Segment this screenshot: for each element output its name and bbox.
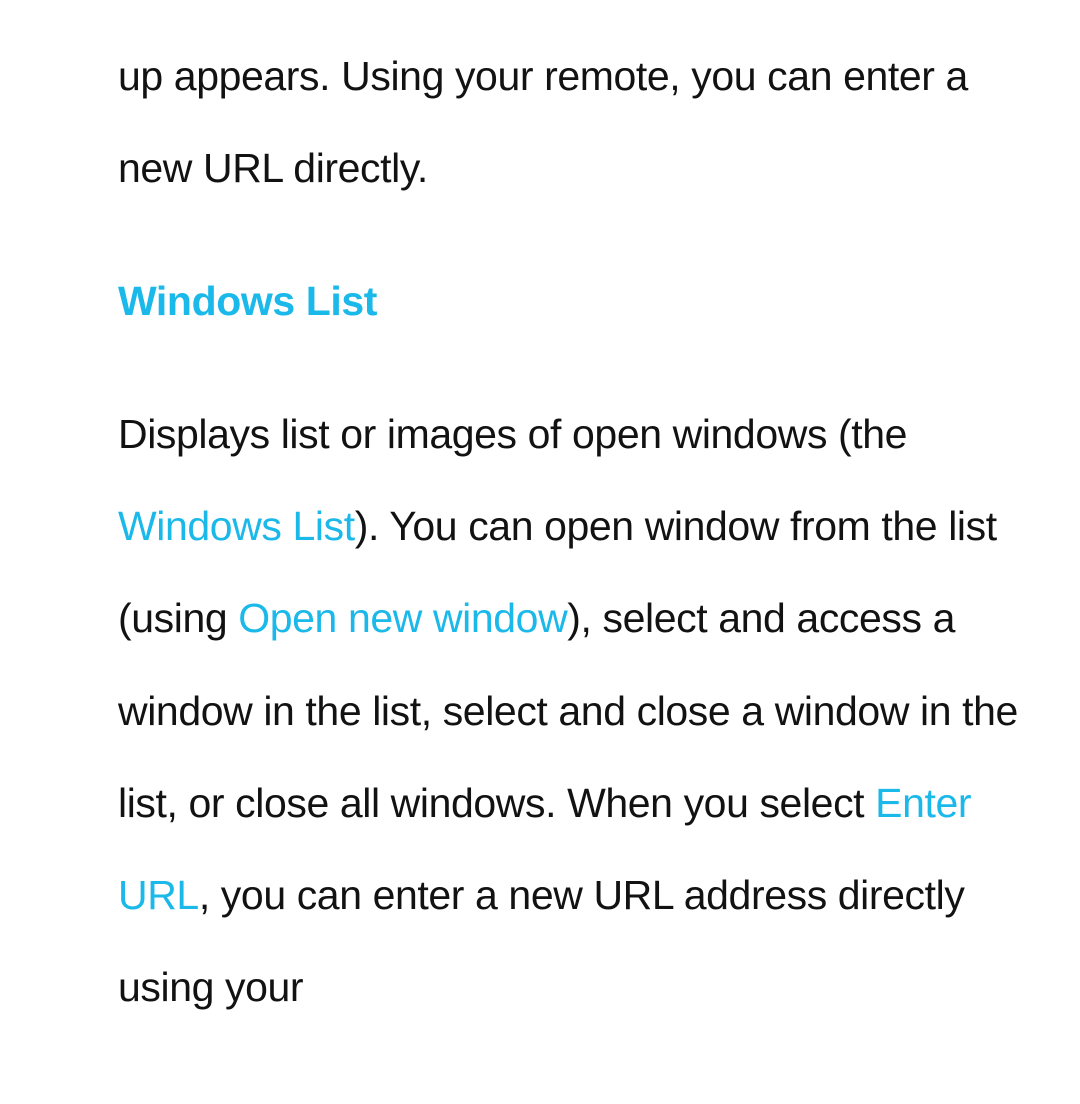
body-text-1: Displays list or images of open windows … (118, 411, 907, 457)
body-text-4: , you can enter a new URL address direct… (118, 872, 964, 1010)
body-paragraph: Displays list or images of open windows … (118, 388, 1040, 1034)
intro-paragraph: up appears. Using your remote, you can e… (118, 30, 1040, 215)
highlight-open-new-window: Open new window (238, 595, 567, 641)
section-heading-windows-list: Windows List (118, 273, 1040, 330)
highlight-windows-list: Windows List (118, 503, 355, 549)
